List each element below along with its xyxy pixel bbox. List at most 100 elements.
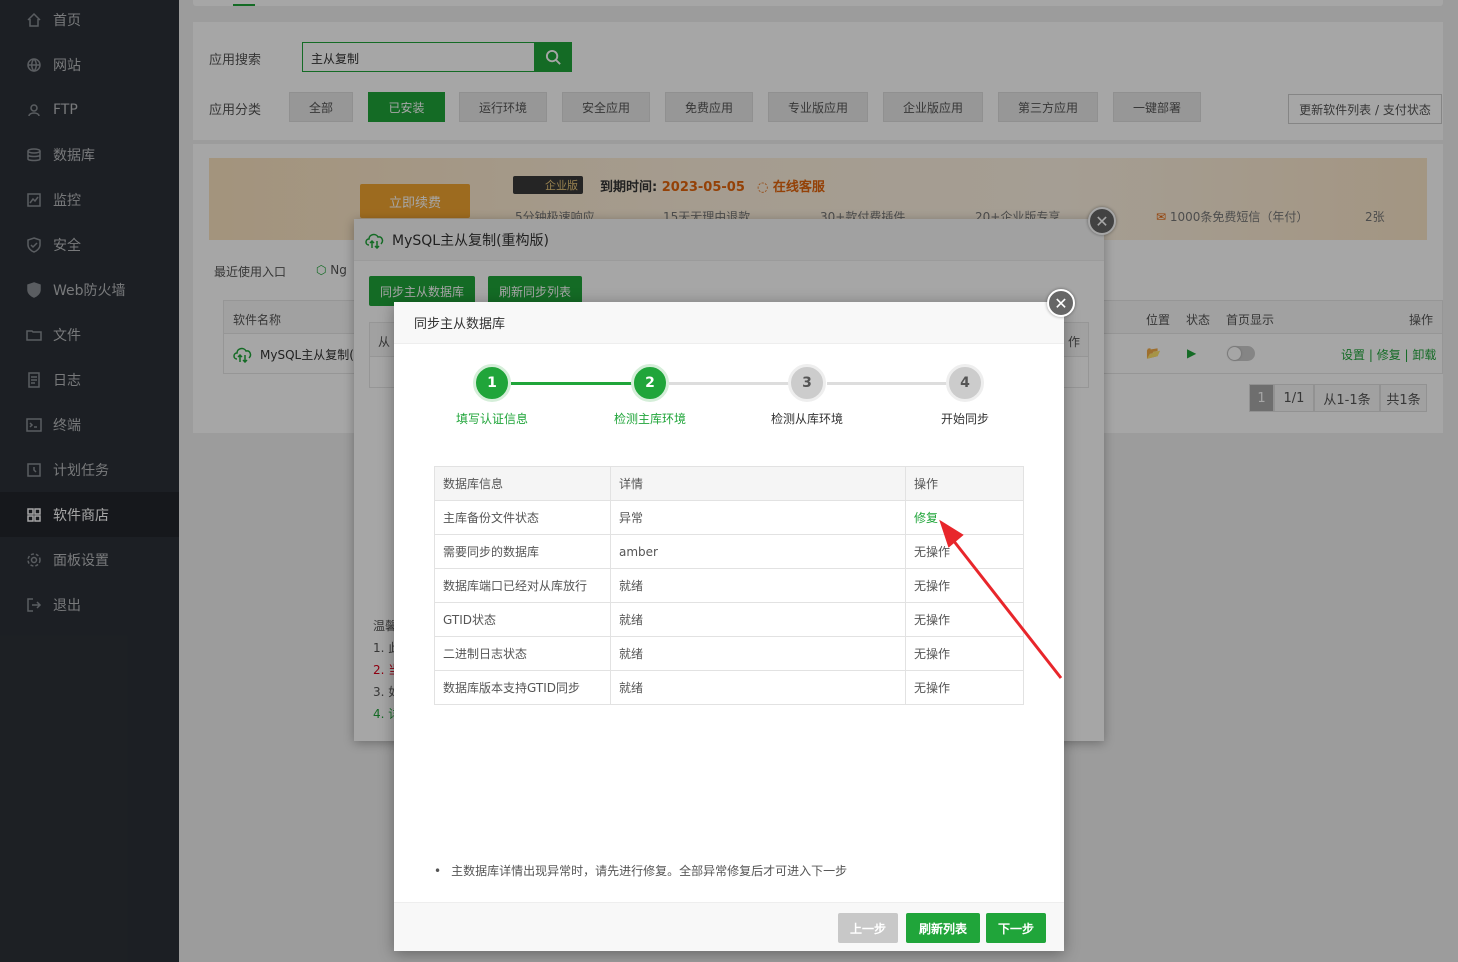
recent-item[interactable]: ⬡ Ng [316,263,347,277]
col-detail: 详情 [610,466,906,501]
step-2: 2 检测主库环境 [590,364,710,427]
sidebar-item-terminal[interactable]: 终端 [0,402,179,447]
database-icon [25,146,43,164]
close-icon[interactable]: ✕ [1088,207,1116,235]
software-name-text: MySQL主从复制(重 [260,347,366,362]
table-row: GTID状态 就绪 无操作 [434,602,1024,637]
row-detail: 异常 [610,500,906,535]
col-operation: 操作 [905,466,1024,501]
sidebar-item-label: 监控 [53,192,81,209]
repair-link[interactable]: 修复 [1377,348,1401,362]
category-enterprise[interactable]: 企业版应用 [883,92,983,122]
homepage-toggle[interactable] [1227,346,1255,361]
sidebar-item-ftp[interactable]: FTP [0,87,179,132]
sidebar-item-label: 软件商店 [53,507,109,524]
step-3: 3 检测从库环境 [747,364,867,427]
sidebar-item-store[interactable]: 软件商店 [0,492,179,537]
col-name: 软件名称 [233,313,282,327]
table-row: 需要同步的数据库 amber 无操作 [434,534,1024,569]
cloud-sync-icon [233,347,252,363]
sidebar-item-waf[interactable]: Web防火墙 [0,267,179,312]
category-runtime[interactable]: 运行环境 [459,92,547,122]
row-info: 主库备份文件状态 [434,500,611,535]
dialog-title: MySQL主从复制(重构版) [392,232,549,249]
perk-5: ✉ 1000条免费短信（年付） [1156,208,1308,225]
pager-total: 共1条 [1380,384,1427,412]
col-slave: 从 [378,335,391,349]
prev-step-button[interactable]: 上一步 [838,913,898,943]
table-header-row: 数据库信息 详情 操作 [434,466,1024,501]
row-detail: 就绪 [610,602,906,637]
search-button[interactable] [534,42,572,72]
terminal-icon [25,416,43,434]
active-tab-indicator [233,4,255,6]
sidebar-item-monitor[interactable]: 监控 [0,177,179,222]
sidebar-item-label: 计划任务 [53,462,109,479]
recent-item-label: Ng [330,263,347,277]
sidebar-item-cron[interactable]: 计划任务 [0,447,179,492]
sidebar-item-settings[interactable]: 面板设置 [0,537,179,582]
category-thirdparty[interactable]: 第三方应用 [998,92,1098,122]
settings-link[interactable]: 设置 [1341,348,1365,362]
category-onekey[interactable]: 一键部署 [1113,92,1201,122]
row-info: 需要同步的数据库 [434,534,611,569]
next-step-button[interactable]: 下一步 [986,913,1046,943]
sidebar-item-database[interactable]: 数据库 [0,132,179,177]
step-number: 3 [788,364,826,402]
col-actions: 操作 [1409,313,1434,327]
folder-icon [25,326,43,344]
pager-current[interactable]: 1 [1249,384,1274,412]
renew-button[interactable]: 立即续费 [360,184,470,218]
perk-6: 2张 [1365,210,1385,224]
update-software-list-button[interactable]: 更新软件列表 / 支付状态 [1288,94,1442,124]
category-all[interactable]: 全部 [289,92,353,122]
search-input[interactable]: 主从复制 [302,42,535,72]
row-action: 无操作 [905,636,1024,671]
row-detail: amber [610,534,906,569]
sidebar-item-label: 退出 [53,597,81,614]
repair-link[interactable]: 修复 [905,500,1024,535]
close-icon[interactable]: ✕ [1047,289,1075,317]
logout-icon [25,596,43,614]
nginx-icon: ⬡ [316,263,331,277]
uninstall-link[interactable]: 卸载 [1412,348,1436,362]
globe-icon [25,56,43,74]
sidebar-item-security[interactable]: 安全 [0,222,179,267]
db-check-table: 数据库信息 详情 操作 主库备份文件状态 异常 修复 需要同步的数据库 ambe… [434,466,1024,705]
category-pro[interactable]: 专业版应用 [768,92,868,122]
sidebar-item-label: 面板设置 [53,552,109,569]
table-row: 主库备份文件状态 异常 修复 [434,500,1024,535]
sync-wizard-dialog: 同步主从数据库 1 填写认证信息 2 检测主库环境 3 检测从库环境 4 开始同步 数据… [394,302,1064,951]
online-service-link[interactable]: ◌ 在线客服 [757,176,825,195]
wizard-note: 主数据库详情出现异常时，请先进行修复。全部异常修复后才可进入下一步 [434,862,847,879]
step-number: 1 [473,364,511,402]
row-info: 数据库版本支持GTID同步 [434,670,611,705]
category-free[interactable]: 免费应用 [665,92,753,122]
shield-icon [25,236,43,254]
sidebar-item-label: Web防火墙 [53,282,126,299]
sidebar-item-files[interactable]: 文件 [0,312,179,357]
folder-icon[interactable]: 📂 [1146,346,1161,360]
play-icon[interactable]: ▶ [1187,346,1196,360]
sidebar-item-label: 首页 [53,12,81,29]
sidebar-item-label: 文件 [53,327,81,344]
sidebar-item-logout[interactable]: 退出 [0,582,179,627]
step-label: 开始同步 [940,412,989,426]
refresh-list-button[interactable]: 刷新列表 [906,913,980,943]
row-info: GTID状态 [434,602,611,637]
row-action: 无操作 [905,602,1024,637]
row-detail: 就绪 [610,670,906,705]
step-label: 检测从库环境 [770,412,843,426]
step-4: 4 开始同步 [905,364,1025,427]
category-installed[interactable]: 已安装 [368,92,445,122]
category-security[interactable]: 安全应用 [562,92,650,122]
col-homepage: 首页显示 [1226,313,1275,327]
sidebar-item-label: 终端 [53,417,81,434]
sidebar-item-home[interactable]: 首页 [0,0,179,42]
sidebar-item-logs[interactable]: 日志 [0,357,179,402]
step-number: 2 [631,364,669,402]
expire-date: 2023-05-05 [661,180,745,195]
table-row: 数据库版本支持GTID同步 就绪 无操作 [434,670,1024,705]
expire-label: 到期时间: [600,180,658,195]
sidebar-item-website[interactable]: 网站 [0,42,179,87]
